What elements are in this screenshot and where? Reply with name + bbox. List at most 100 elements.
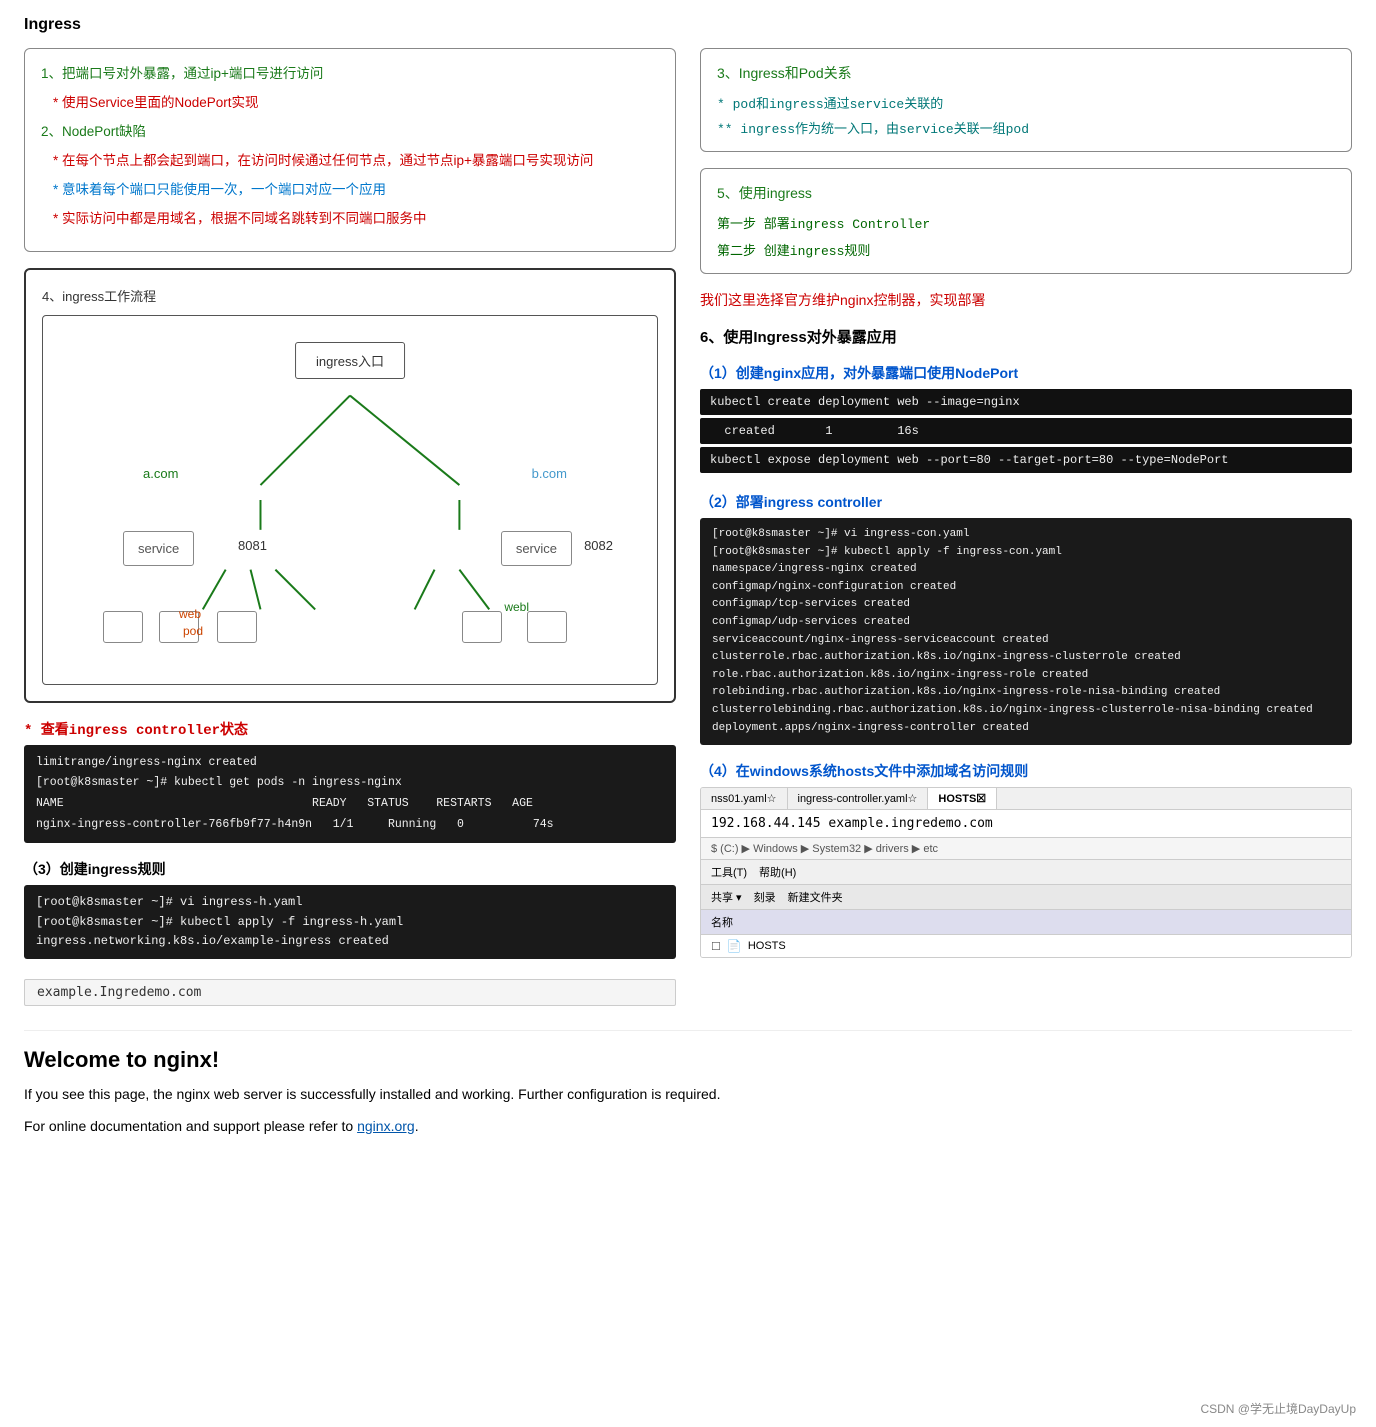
ingress-entry-box: ingress入口 xyxy=(295,342,405,379)
sub4-section: （4）在windows系统hosts文件中添加域名访问规则 nss01.yaml… xyxy=(700,761,1352,958)
left-column: 1、把端口号对外暴露，通过ip+端口号进行访问 * 使用Service里面的No… xyxy=(24,48,676,1006)
sub2-l11: deployment.apps/nginx-ingress-controller… xyxy=(712,722,1029,734)
sub2-l10: clusterrolebinding.rbac.authorization.k8… xyxy=(712,704,1313,716)
webl-label: webl xyxy=(504,600,529,614)
bcom-label: b.com xyxy=(532,466,567,481)
address-bar[interactable] xyxy=(24,979,676,1006)
sub2-l6: serviceaccount/nginx-ingress-serviceacco… xyxy=(712,634,1049,646)
sub1-cmd1: kubectl create deployment web --image=ng… xyxy=(700,389,1352,415)
status-line4: nginx-ingress-controller-766fb9f77-h4n9n… xyxy=(36,818,554,831)
ingress-pod-title: 3、Ingress和Pod关系 xyxy=(717,63,1335,83)
sub2-section: （2）部署ingress controller [root@k8smaster … xyxy=(700,492,1352,745)
watermark: CSDN @学无止境DayDayUp xyxy=(1200,1400,1356,1417)
file-hosts-name: HOSTS xyxy=(748,940,786,952)
item3: 2、NodePort缺陷 xyxy=(41,121,659,144)
step1: 第一步 部署ingress Controller xyxy=(717,213,1335,232)
welcome-title: Welcome to nginx! xyxy=(24,1047,1352,1073)
welcome-text1: If you see this page, the nginx web serv… xyxy=(24,1083,724,1107)
port-label-left: 8081 xyxy=(238,538,267,553)
item1: 1、把端口号对外暴露，通过ip+端口号进行访问 xyxy=(41,63,659,86)
address-bar-container xyxy=(24,975,676,1006)
use-ingress-title: 5、使用ingress xyxy=(717,183,1335,203)
toolbar-item2[interactable]: 帮助(H) xyxy=(759,864,796,880)
ci-line3: ingress.networking.k8s.io/example-ingres… xyxy=(36,934,389,948)
pod-box-1 xyxy=(103,611,143,643)
sub1-title: （1）创建nginx应用，对外暴露端口使用NodePort xyxy=(700,363,1352,383)
hosts-file-entry[interactable]: ☐ 📄 HOSTS xyxy=(701,935,1351,957)
pod-box-4 xyxy=(462,611,502,643)
status-title: * 查看ingress controller状态 xyxy=(24,719,676,739)
step2: 第二步 创建ingress规则 xyxy=(717,240,1335,259)
ingress-pod-section: 3、Ingress和Pod关系 * pod和ingress通过service关联… xyxy=(700,48,1352,152)
share-item3[interactable]: 新建文件夹 xyxy=(788,889,843,905)
status-line1: limitrange/ingress-nginx created xyxy=(36,756,257,769)
use-ingress-section: 5、使用ingress 第一步 部署ingress Controller 第二步… xyxy=(700,168,1352,274)
sub2-l2: namespace/ingress-nginx created xyxy=(712,563,917,575)
file-icon: 📄 xyxy=(727,939,742,953)
ingress-pod-item2: ** ingress作为统一入口，由service关联一组pod xyxy=(717,118,1335,137)
right-column: 3、Ingress和Pod关系 * pod和ingress通过service关联… xyxy=(700,48,1352,958)
pod-box-3 xyxy=(217,611,257,643)
sub1-section: （1）创建nginx应用，对外暴露端口使用NodePort kubectl cr… xyxy=(700,363,1352,476)
section6-title: 6、使用Ingress对外暴露应用 xyxy=(700,326,1352,347)
sub2-l0: [root@k8smaster ~]# vi ingress-con.yaml xyxy=(712,528,969,540)
ci-line2: [root@k8smaster ~]# kubectl apply -f ing… xyxy=(36,915,403,929)
port-label-right: 8082 xyxy=(584,538,613,553)
col-name: 名称 xyxy=(711,917,733,929)
diagram-inner: ingress入口 a.com b.com service 8081 servi… xyxy=(42,315,658,685)
sub2-l9: rolebinding.rbac.authorization.k8s.io/ng… xyxy=(712,686,1220,698)
status-terminal: limitrange/ingress-nginx created [root@k… xyxy=(24,745,676,844)
status-line2: [root@k8smaster ~]# kubectl get pods -n … xyxy=(36,776,402,789)
welcome-text2: For online documentation and support ple… xyxy=(24,1115,724,1139)
sub2-l1: [root@k8smaster ~]# kubectl apply -f ing… xyxy=(712,546,1062,558)
hosts-col-header: 名称 xyxy=(701,910,1351,935)
sub1-cmd2: kubectl expose deployment web --port=80 … xyxy=(700,447,1352,473)
service-box-left: service xyxy=(123,531,194,566)
pod-box-5 xyxy=(527,611,567,643)
create-ingress-terminal: [root@k8smaster ~]# vi ingress-h.yaml [r… xyxy=(24,885,676,959)
service-box-right: service xyxy=(501,531,572,566)
status-line3: NAME READY STATUS RESTARTS AGE xyxy=(36,797,533,810)
ingress-pod-item1: * pod和ingress通过service关联的 xyxy=(717,93,1335,112)
pod-label: pod xyxy=(183,624,203,638)
item4: * 在每个节点上都会起到端口，在访问时候通过任何节点，通过节点ip+暴露端口号实… xyxy=(53,150,659,173)
sub1-cmd1-detail: created 1 16s xyxy=(700,418,1352,444)
create-ingress-section: （3）创建ingress规则 [root@k8smaster ~]# vi in… xyxy=(24,859,676,959)
page-title: Ingress xyxy=(24,16,1352,34)
file-checkbox: ☐ xyxy=(711,940,721,953)
share-item1[interactable]: 共享 ▾ xyxy=(711,889,742,905)
hosts-path: $ (C:) ▶ Windows ▶ System32 ▶ drivers ▶ … xyxy=(701,838,1351,860)
tab-ingress-controller[interactable]: ingress-controller.yaml☆ xyxy=(788,788,929,809)
sub2-title: （2）部署ingress controller xyxy=(700,492,1352,512)
tab-hosts[interactable]: HOSTS☒ xyxy=(928,788,997,809)
hosts-address-line[interactable]: 192.168.44.145 example.ingredemo.com xyxy=(701,810,1351,838)
hosts-tabs: nss01.yaml☆ ingress-controller.yaml☆ HOS… xyxy=(701,788,1351,810)
sub2-l8: role.rbac.authorization.k8s.io/nginx-ing… xyxy=(712,669,1088,681)
hosts-toolbar: 工具(T) 帮助(H) xyxy=(701,860,1351,885)
tab-nss01[interactable]: nss01.yaml☆ xyxy=(701,788,788,809)
sub4-title: （4）在windows系统hosts文件中添加域名访问规则 xyxy=(700,761,1352,781)
hosts-share-toolbar: 共享 ▾ 刻录 新建文件夹 xyxy=(701,885,1351,910)
share-item2[interactable]: 刻录 xyxy=(754,889,776,905)
web-label: web xyxy=(179,607,201,621)
sub2-l4: configmap/tcp-services created xyxy=(712,598,910,610)
nginx-link[interactable]: nginx.org xyxy=(357,1118,415,1134)
acom-label: a.com xyxy=(143,466,178,481)
item2: * 使用Service里面的NodePort实现 xyxy=(53,92,659,115)
note-section: 我们这里选择官方维护nginx控制器，实现部署 xyxy=(700,290,1352,310)
ingress-diagram-box: 4、ingress工作流程 xyxy=(24,268,676,703)
item6: * 实际访问中都是用域名，根据不同域名跳转到不同端口服务中 xyxy=(53,208,659,231)
status-section: * 查看ingress controller状态 limitrange/ingr… xyxy=(24,719,676,844)
sub2-l7: clusterrole.rbac.authorization.k8s.io/ng… xyxy=(712,651,1181,663)
sub2-terminal: [root@k8smaster ~]# vi ingress-con.yaml … xyxy=(700,518,1352,745)
toolbar-item1[interactable]: 工具(T) xyxy=(711,864,747,880)
ci-line1: [root@k8smaster ~]# vi ingress-h.yaml xyxy=(36,895,302,909)
sub2-l3: configmap/nginx-configuration created xyxy=(712,581,956,593)
welcome-section: Welcome to nginx! If you see this page, … xyxy=(24,1030,1352,1139)
welcome-text2-prefix: For online documentation and support ple… xyxy=(24,1118,353,1134)
nodeport-section: 1、把端口号对外暴露，通过ip+端口号进行访问 * 使用Service里面的No… xyxy=(24,48,676,252)
item5: * 意味着每个端口只能使用一次，一个端口对应一个应用 xyxy=(53,179,659,202)
create-ingress-title: （3）创建ingress规则 xyxy=(24,859,676,879)
diagram-title: 4、ingress工作流程 xyxy=(42,286,658,305)
note-text: 我们这里选择官方维护nginx控制器，实现部署 xyxy=(700,290,1352,310)
